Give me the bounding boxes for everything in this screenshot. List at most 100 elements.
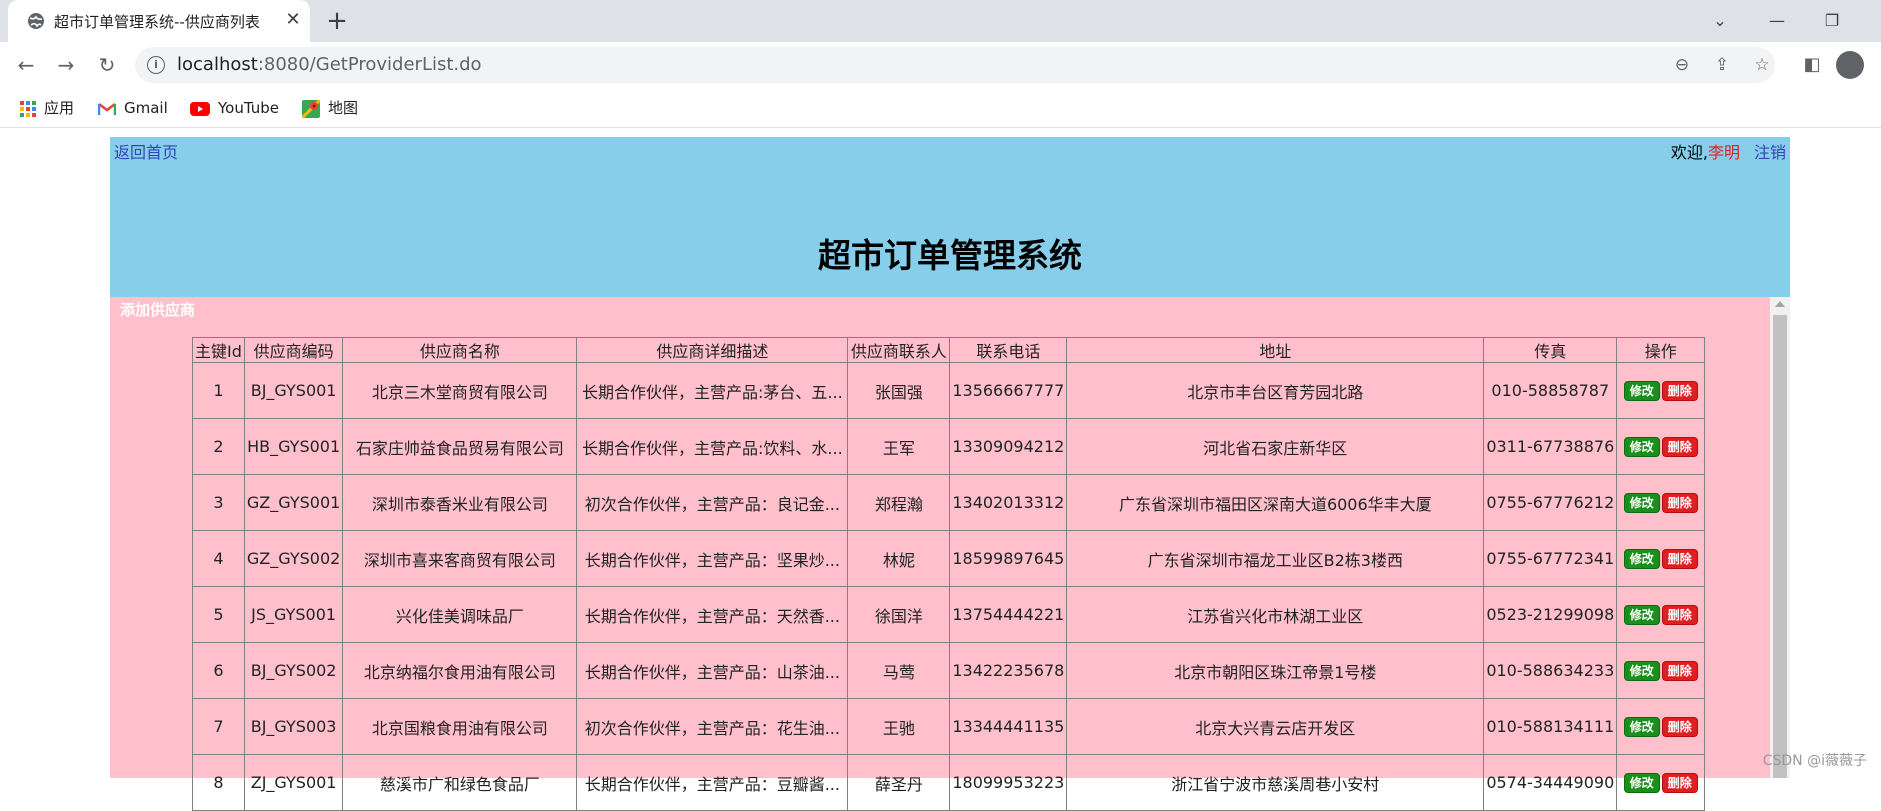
cell-contact: 林妮 bbox=[847, 530, 951, 587]
cell-name: 北京纳福尔食用油有限公司 bbox=[342, 642, 578, 699]
forward-arrow-icon[interactable]: → bbox=[52, 51, 80, 79]
cell-actions: 修改 删除 bbox=[1616, 530, 1706, 587]
cell-id: 2 bbox=[192, 418, 245, 475]
bookmarks-bar: 应用 Gmail YouTube 地图 bbox=[0, 88, 1881, 128]
back-arrow-icon[interactable]: ← bbox=[12, 51, 40, 79]
minimize-button[interactable]: — bbox=[1757, 6, 1797, 36]
delete-button[interactable]: 删除 bbox=[1661, 717, 1698, 737]
cell-address: 广东省深圳市福田区深南大道6006华丰大厦 bbox=[1066, 474, 1485, 531]
apps-grid-icon bbox=[20, 100, 36, 117]
cell-fax: 0574-34449090 bbox=[1483, 754, 1618, 811]
cell-contact: 徐国洋 bbox=[847, 586, 951, 643]
cell-desc: 长期合作伙伴，主营产品：豆瓣酱... bbox=[576, 754, 849, 811]
cell-contact: 王驰 bbox=[847, 698, 951, 755]
cell-desc: 长期合作伙伴，主营产品：坚果炒... bbox=[576, 530, 849, 587]
delete-button[interactable]: 删除 bbox=[1661, 381, 1698, 401]
edit-button[interactable]: 修改 bbox=[1623, 493, 1660, 513]
logout-link[interactable]: 注销 bbox=[1754, 143, 1786, 162]
cell-fax: 0311-67738876 bbox=[1483, 418, 1618, 475]
site-info-icon[interactable]: i bbox=[147, 56, 165, 74]
cell-contact: 马莺 bbox=[847, 642, 951, 699]
cell-address: 广东省深圳市福龙工业区B2栋3楼西 bbox=[1066, 530, 1485, 587]
vertical-scrollbar[interactable] bbox=[1770, 297, 1790, 778]
cell-id: 7 bbox=[192, 698, 245, 755]
cell-address: 浙江省宁波市慈溪周巷小安村 bbox=[1066, 754, 1485, 811]
table-row: 7 BJ_GYS003 北京国粮食用油有限公司 初次合作伙伴，主营产品：花生油... 王… bbox=[192, 698, 1706, 755]
username: 李明 bbox=[1707, 143, 1740, 162]
cell-name: 兴化佳美调味品厂 bbox=[342, 586, 578, 643]
cell-name: 石家庄帅益食品贸易有限公司 bbox=[342, 418, 578, 475]
welcome-text: 欢迎, bbox=[1670, 143, 1708, 162]
cell-address: 北京市丰台区育芳园北路 bbox=[1066, 362, 1485, 419]
address-bar[interactable]: i localhost:8080/GetProviderList.do ⊖ ⇪ … bbox=[135, 47, 1775, 83]
edit-button[interactable]: 修改 bbox=[1623, 717, 1660, 737]
bookmark-gmail[interactable]: Gmail bbox=[98, 96, 168, 120]
column-header: 传真 bbox=[1483, 337, 1618, 363]
delete-button[interactable]: 删除 bbox=[1661, 605, 1698, 625]
cell-code: BJ_GYS003 bbox=[243, 698, 344, 755]
bookmark-youtube[interactable]: YouTube bbox=[190, 96, 279, 120]
tab-strip: 超市订单管理系统--供应商列表 ✕ + ⌄ — ❐ bbox=[0, 0, 1881, 42]
profile-avatar-icon[interactable] bbox=[1836, 51, 1864, 79]
edit-button[interactable]: 修改 bbox=[1623, 605, 1660, 625]
cell-id: 5 bbox=[192, 586, 245, 643]
browser-tab[interactable]: 超市订单管理系统--供应商列表 ✕ bbox=[8, 0, 310, 42]
cell-desc: 长期合作伙伴，主营产品:茅台、五... bbox=[576, 362, 849, 419]
delete-button[interactable]: 删除 bbox=[1661, 437, 1698, 457]
cell-desc: 长期合作伙伴，主营产品:饮料、水... bbox=[576, 418, 849, 475]
table-row: 2 HB_GYS001 石家庄帅益食品贸易有限公司 长期合作伙伴，主营产品:饮料、水.… bbox=[192, 418, 1706, 475]
cell-id: 3 bbox=[192, 474, 245, 531]
cell-address: 北京市朝阳区珠江帝景1号楼 bbox=[1066, 642, 1485, 699]
bookmark-apps[interactable]: 应用 bbox=[20, 96, 74, 120]
scroll-thumb[interactable] bbox=[1773, 315, 1787, 778]
delete-button[interactable]: 删除 bbox=[1661, 773, 1698, 793]
table-row: 8 ZJ_GYS001 慈溪市广和绿色食品厂 长期合作伙伴，主营产品：豆瓣酱... 薛圣… bbox=[192, 754, 1706, 811]
edit-button[interactable]: 修改 bbox=[1623, 661, 1660, 681]
cell-code: BJ_GYS002 bbox=[243, 642, 344, 699]
maps-icon bbox=[302, 99, 320, 118]
browser-toolbar: ← → ↻ i localhost:8080/GetProviderList.d… bbox=[0, 42, 1881, 88]
cell-desc: 长期合作伙伴，主营产品：天然香... bbox=[576, 586, 849, 643]
add-provider-link[interactable]: 添加供应商 bbox=[120, 299, 195, 320]
edit-button[interactable]: 修改 bbox=[1623, 549, 1660, 569]
delete-button[interactable]: 删除 bbox=[1661, 549, 1698, 569]
cell-contact: 薛圣丹 bbox=[847, 754, 951, 811]
bookmark-maps[interactable]: 地图 bbox=[302, 96, 358, 120]
table-row: 1 BJ_GYS001 北京三木堂商贸有限公司 长期合作伙伴，主营产品:茅台、五...… bbox=[192, 362, 1706, 419]
cell-actions: 修改 删除 bbox=[1616, 474, 1706, 531]
table-header-row: 主键Id 供应商编码 供应商名称 供应商详细描述 供应商联系人 联系电话 地址 … bbox=[192, 337, 1706, 363]
reload-icon[interactable]: ↻ bbox=[93, 51, 121, 79]
edit-button[interactable]: 修改 bbox=[1623, 437, 1660, 457]
new-tab-button[interactable]: + bbox=[322, 7, 352, 37]
cell-desc: 长期合作伙伴，主营产品：山茶油... bbox=[576, 642, 849, 699]
cell-contact: 张国强 bbox=[847, 362, 951, 419]
edit-button[interactable]: 修改 bbox=[1623, 773, 1660, 793]
cell-name: 深圳市泰香米业有限公司 bbox=[342, 474, 578, 531]
share-icon[interactable]: ⇪ bbox=[1710, 53, 1734, 77]
column-header: 供应商名称 bbox=[342, 337, 578, 363]
cell-fax: 010-588134111 bbox=[1483, 698, 1618, 755]
site-title: 超市订单管理系统 bbox=[818, 236, 1082, 275]
cell-phone: 13344441135 bbox=[949, 698, 1068, 755]
edit-button[interactable]: 修改 bbox=[1623, 381, 1660, 401]
bookmark-star-icon[interactable]: ☆ bbox=[1750, 53, 1774, 77]
restore-button[interactable]: ❐ bbox=[1812, 6, 1852, 36]
cell-fax: 010-58858787 bbox=[1483, 362, 1618, 419]
back-home-link[interactable]: 返回首页 bbox=[114, 139, 178, 163]
cell-code: BJ_GYS001 bbox=[243, 362, 344, 419]
provider-table: 主键Id 供应商编码 供应商名称 供应商详细描述 供应商联系人 联系电话 地址 … bbox=[192, 337, 1706, 811]
watermark: CSDN @i薇薇子 bbox=[1762, 753, 1867, 769]
close-tab-icon[interactable]: ✕ bbox=[280, 7, 306, 33]
side-panel-icon[interactable]: ◧ bbox=[1798, 51, 1826, 79]
tab-search-chevron-icon[interactable]: ⌄ bbox=[1700, 6, 1740, 36]
delete-button[interactable]: 删除 bbox=[1661, 493, 1698, 513]
scroll-up-arrow-icon[interactable] bbox=[1775, 301, 1785, 307]
delete-button[interactable]: 删除 bbox=[1661, 661, 1698, 681]
cell-actions: 修改 删除 bbox=[1616, 418, 1706, 475]
cell-code: HB_GYS001 bbox=[243, 418, 344, 475]
cell-code: GZ_GYS002 bbox=[243, 530, 344, 587]
cell-phone: 13422235678 bbox=[949, 642, 1068, 699]
cell-actions: 修改 删除 bbox=[1616, 698, 1706, 755]
zoom-icon[interactable]: ⊖ bbox=[1670, 53, 1694, 77]
url-text[interactable]: localhost:8080/GetProviderList.do bbox=[177, 54, 482, 75]
